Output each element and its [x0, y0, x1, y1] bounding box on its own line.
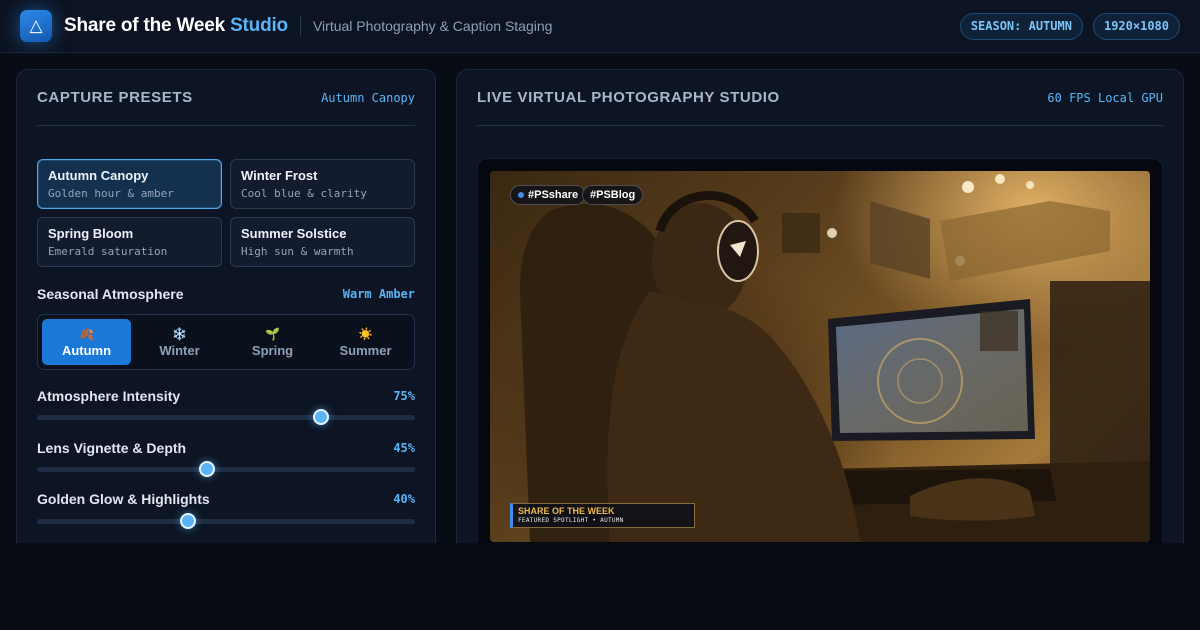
- preset-grid: Autumn Canopy Golden hour & amber Winter…: [37, 159, 415, 267]
- atmosphere-value: Warm Amber: [342, 287, 415, 301]
- preset-autumn-canopy[interactable]: Autumn Canopy Golden hour & amber: [37, 159, 222, 209]
- slider-label: Atmosphere Intensity: [37, 388, 181, 404]
- app-logo-icon[interactable]: △: [20, 10, 52, 42]
- preset-name: Winter Frost: [241, 168, 318, 183]
- studio-panel: LIVE VIRTUAL PHOTOGRAPHY STUDIO 60 FPS L…: [456, 69, 1184, 550]
- season-autumn[interactable]: 🍂 Autumn: [42, 319, 131, 365]
- preset-summer-solstice[interactable]: Summer Solstice High sun & warmth: [230, 217, 415, 267]
- app-header: △ Share of the Week Studio Virtual Photo…: [0, 0, 1200, 53]
- panel-title: CAPTURE PRESETS: [37, 89, 193, 106]
- slider-row-glow: Golden Glow & Highlights 40%: [37, 491, 415, 507]
- leaf-icon: 🍂: [79, 326, 94, 341]
- preset-winter-frost[interactable]: Winter Frost Cool blue & clarity: [230, 159, 415, 209]
- panel-header: LIVE VIRTUAL PHOTOGRAPHY STUDIO 60 FPS L…: [477, 70, 1163, 126]
- slider-value: 45%: [393, 441, 415, 455]
- season-label: Spring: [251, 342, 294, 358]
- preset-desc: High sun & warmth: [241, 245, 354, 258]
- slider-value: 75%: [393, 389, 415, 403]
- slider-row-intensity: Atmosphere Intensity 75%: [37, 388, 415, 404]
- preset-desc: Emerald saturation: [48, 245, 168, 258]
- season-selector: 🍂 Autumn ❄️ Winter 🌱 Spring ☀️ Summer: [37, 314, 415, 370]
- vignette-depth-slider[interactable]: [37, 461, 415, 477]
- season-summer[interactable]: ☀️ Summer: [321, 319, 410, 365]
- capture-presets-panel: CAPTURE PRESETS Autumn Canopy Autumn Can…: [16, 69, 436, 549]
- hashtag-psshare[interactable]: #PSshare: [510, 185, 587, 205]
- season-label: Autumn: [61, 342, 112, 358]
- app-title: Share of the Week Studio: [64, 15, 288, 36]
- slider-thumb[interactable]: [180, 513, 197, 529]
- preset-spring-bloom[interactable]: Spring Bloom Emerald saturation: [37, 217, 222, 267]
- slider-thumb[interactable]: [312, 409, 329, 425]
- live-dot-icon: [518, 192, 524, 198]
- season-label: Summer: [339, 342, 392, 358]
- slider-thumb[interactable]: [199, 461, 216, 477]
- panel-title: LIVE VIRTUAL PHOTOGRAPHY STUDIO: [477, 89, 780, 106]
- panel-header: CAPTURE PRESETS Autumn Canopy: [37, 70, 415, 126]
- hashtag-psblog[interactable]: #PSBlog: [582, 185, 644, 205]
- atmosphere-intensity-slider[interactable]: [37, 409, 415, 425]
- preset-name: Summer Solstice: [241, 226, 347, 241]
- season-label: Winter: [159, 342, 200, 358]
- sprout-icon: 🌱: [265, 326, 280, 341]
- preset-name: Autumn Canopy: [48, 168, 149, 183]
- preset-desc: Cool blue & clarity: [241, 187, 367, 200]
- studio-photo[interactable]: #PSshare #PSBlog SHARE OF THE WEEK FEATU…: [490, 171, 1150, 542]
- slider-value: 40%: [393, 492, 415, 506]
- sun-icon: ☀️: [358, 326, 373, 341]
- caption-subtitle: FEATURED SPOTLIGHT • AUTUMN: [518, 517, 624, 524]
- resolution-badge[interactable]: 1920×1080: [1092, 12, 1180, 40]
- header-divider: [299, 16, 301, 36]
- preset-name: Spring Bloom: [48, 226, 134, 241]
- caption-title: SHARE OF THE WEEK: [518, 506, 615, 516]
- app-subtitle: Virtual Photography & Caption Staging: [312, 18, 553, 34]
- slider-label: Golden Glow & Highlights: [37, 491, 210, 507]
- season-winter[interactable]: ❄️ Winter: [135, 319, 224, 365]
- slider-label: Lens Vignette & Depth: [37, 440, 187, 456]
- stage-frame: #PSshare #PSBlog SHARE OF THE WEEK FEATU…: [477, 158, 1163, 550]
- page-footer-area: [0, 543, 1200, 630]
- preset-desc: Golden hour & amber: [48, 187, 174, 200]
- photo-scene: [520, 174, 1150, 542]
- golden-glow-slider[interactable]: [37, 513, 415, 529]
- atmosphere-row: Seasonal Atmosphere Warm Amber: [37, 286, 415, 302]
- atmosphere-label: Seasonal Atmosphere: [37, 286, 184, 302]
- active-preset-label: Autumn Canopy: [321, 90, 415, 105]
- header-badges: SEASON: AUTUMN 1920×1080: [959, 12, 1180, 40]
- caption-overlay[interactable]: SHARE OF THE WEEK FEATURED SPOTLIGHT • A…: [510, 503, 695, 528]
- season-spring[interactable]: 🌱 Spring: [228, 319, 317, 365]
- fps-label: 60 FPS Local GPU: [1047, 90, 1163, 105]
- season-badge[interactable]: SEASON: AUTUMN: [959, 12, 1083, 40]
- slider-row-vignette: Lens Vignette & Depth 45%: [37, 440, 415, 456]
- snowflake-icon: ❄️: [172, 326, 187, 341]
